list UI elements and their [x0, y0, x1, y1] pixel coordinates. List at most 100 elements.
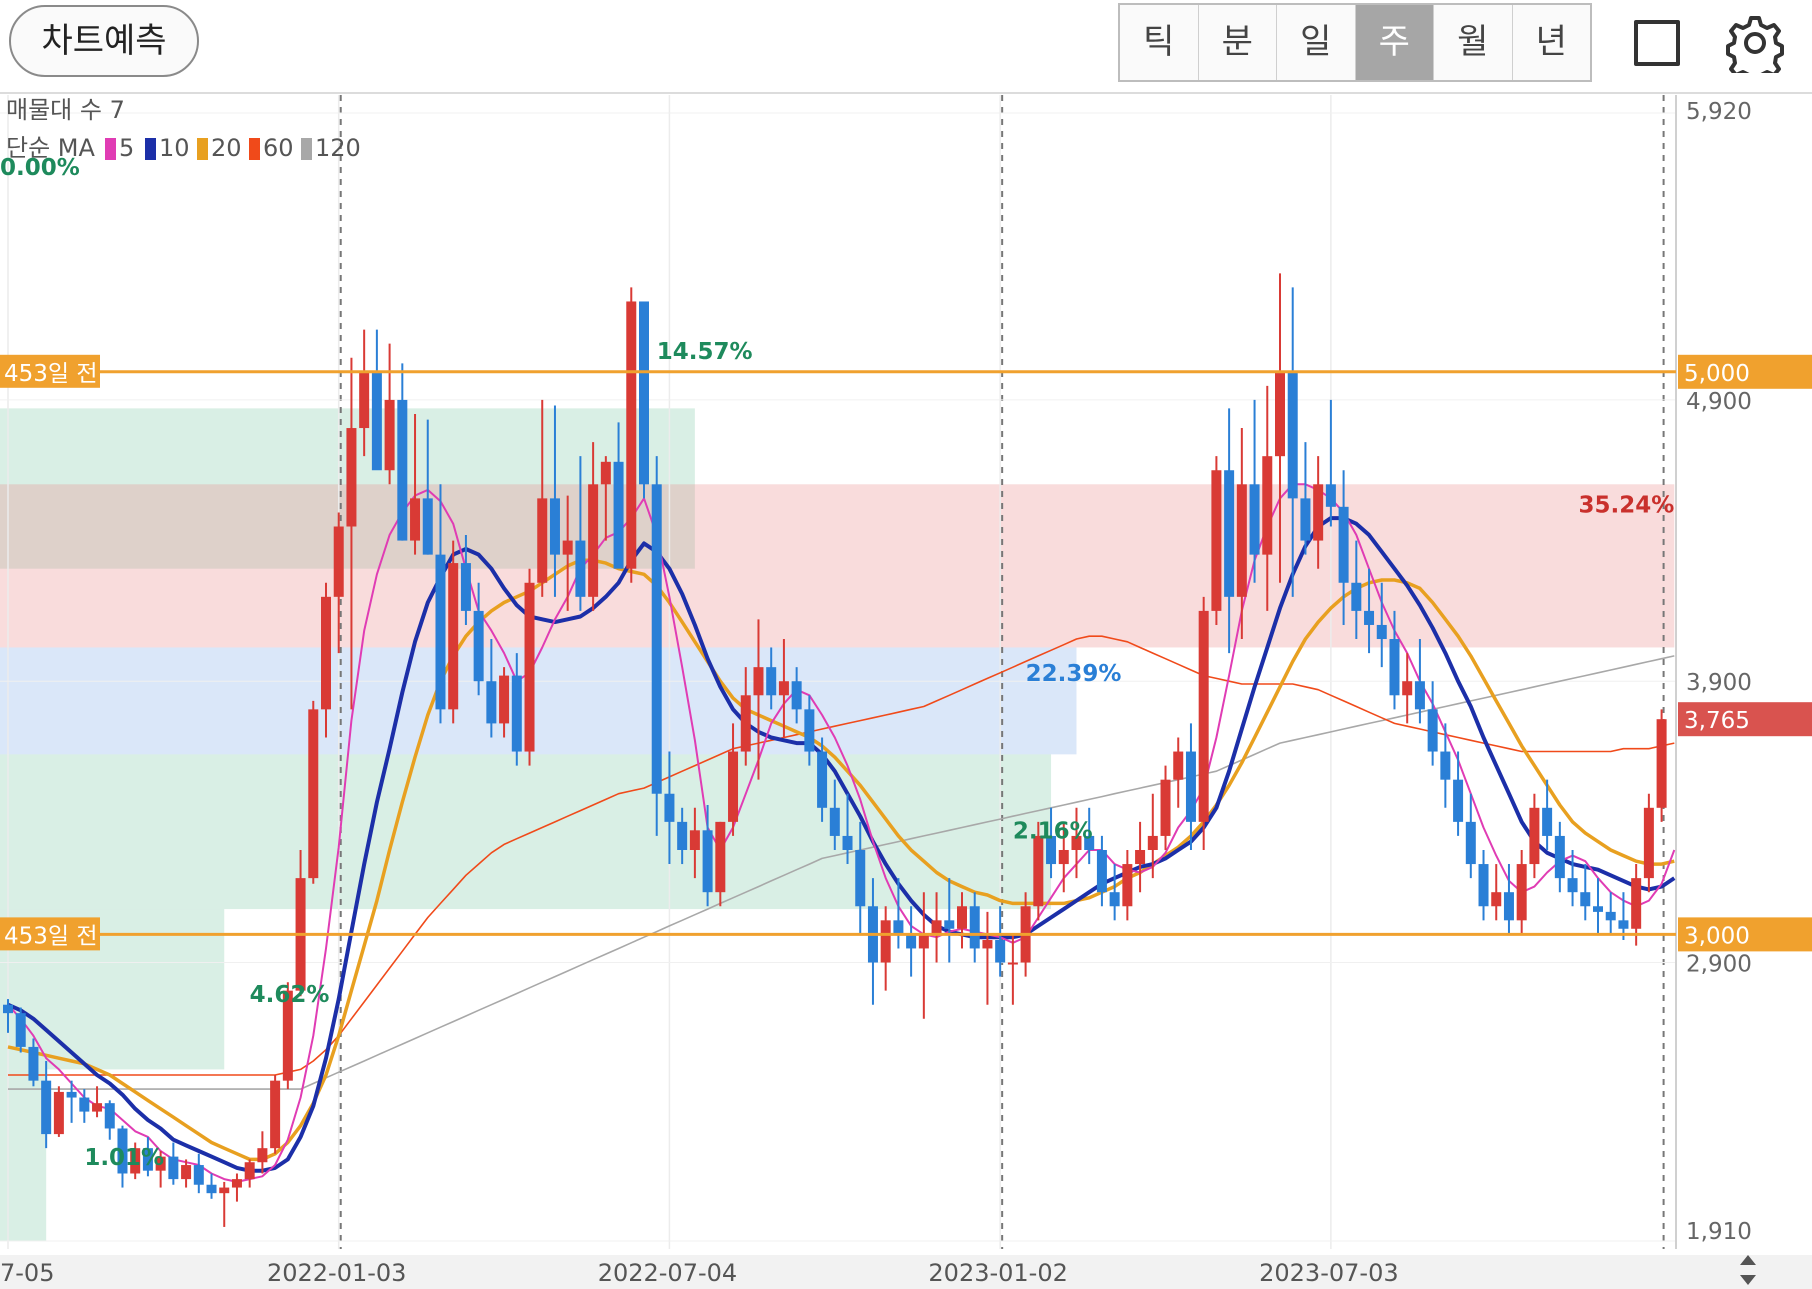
candle-body [1618, 920, 1629, 929]
candle-body [206, 1184, 217, 1194]
y-tick-label: 3,900 [1686, 670, 1752, 696]
candle-body [880, 920, 891, 963]
candle-body [664, 793, 675, 822]
candle-body [1631, 878, 1642, 929]
candle-body [524, 582, 535, 752]
candle-body [537, 498, 548, 583]
tab-minute[interactable]: 분 [1199, 5, 1277, 80]
price-level-axis-label: 5,000 [1684, 361, 1750, 387]
x-tick-label: 7-05 [0, 1259, 54, 1287]
candlestick-chart[interactable]: 453일 전 5,000 453일 전 3,000 3,765 5,920 4,900 3,… [0, 95, 1812, 1289]
candle-body [1414, 681, 1425, 710]
volume-zone [0, 647, 1077, 755]
ma-legend-swatch [197, 138, 208, 160]
candle-body [855, 849, 866, 907]
candle-body [244, 1162, 255, 1180]
candle-body [384, 399, 395, 471]
candle-body [1491, 892, 1502, 907]
tab-day[interactable]: 일 [1277, 5, 1356, 80]
candle-body [715, 821, 726, 893]
ma-legend-swatch [105, 138, 116, 160]
y-tick-label: 1,910 [1686, 1219, 1752, 1245]
ma-legend-label: 120 [315, 134, 361, 162]
price-level-tag-label: 453일 전 [4, 923, 98, 949]
candle-body [1198, 610, 1209, 822]
candle-body [575, 540, 586, 597]
candle-body [1185, 751, 1196, 822]
tab-tick[interactable]: 틱 [1120, 5, 1199, 80]
candle-body [1135, 849, 1146, 865]
x-tick-label: 2023-01-02 [928, 1259, 1067, 1287]
candle-body [3, 1004, 13, 1014]
candle-body [1351, 582, 1362, 611]
candle-body [1173, 751, 1184, 780]
candle-body [422, 498, 433, 555]
candle-body [308, 709, 319, 879]
candle-body [1033, 835, 1044, 907]
ma-legend-label: 20 [211, 134, 242, 162]
candle-body [53, 1091, 64, 1135]
candle-body [1300, 498, 1311, 541]
candle-body [1275, 371, 1285, 457]
volume-profile-label: 매물대 수 7 [6, 96, 125, 124]
candle-body [435, 554, 446, 710]
candle-body [1529, 807, 1540, 865]
candle-body [1058, 849, 1069, 865]
gear-icon[interactable] [1725, 13, 1785, 73]
candle-body [1516, 864, 1527, 921]
zone-percent-label: 14.57% [657, 339, 753, 365]
candle-body [689, 830, 700, 850]
chart-toolbar: 차트예측 틱 분 일 주 월 년 [0, 0, 1812, 94]
candle-body [918, 934, 929, 949]
chart-predict-button[interactable]: 차트예측 [9, 5, 199, 77]
fullscreen-icon[interactable] [1634, 20, 1680, 66]
candle-body [1249, 484, 1260, 555]
candle-body [1542, 807, 1553, 836]
candle-body [753, 667, 764, 696]
zone-percent-label: 22.39% [1026, 661, 1122, 687]
candle-body [957, 906, 967, 929]
candle-body [1643, 807, 1654, 879]
candle-body [1503, 892, 1514, 921]
tab-week[interactable]: 주 [1355, 5, 1434, 80]
candle-body [1287, 371, 1298, 499]
candle-body [1580, 892, 1591, 907]
volume-zone [0, 484, 1675, 648]
candle-body [1478, 864, 1489, 907]
tab-month[interactable]: 월 [1434, 5, 1513, 80]
candle-body [1440, 751, 1451, 780]
ma-type-label: 단순 MA [6, 134, 95, 162]
x-tick-label: 2022-01-03 [267, 1259, 406, 1287]
volume-zone [0, 1069, 47, 1241]
candle-body [842, 835, 853, 850]
candle-body [740, 695, 751, 752]
candle-body [1224, 470, 1235, 597]
candle-body [397, 399, 408, 541]
candle-body [257, 1148, 268, 1163]
candle-body [1313, 484, 1324, 541]
candle-body [15, 1013, 26, 1047]
candle-body [181, 1165, 192, 1180]
zone-percent-label: 4.62% [250, 982, 330, 1008]
zone-percent-label: 1.01% [84, 1145, 164, 1171]
price-level-axis-label: 3,000 [1684, 923, 1750, 949]
candle-body [931, 920, 942, 935]
candle-body [1122, 864, 1133, 907]
tab-year[interactable]: 년 [1513, 5, 1591, 80]
candle-body [1465, 821, 1476, 865]
candle-body [549, 498, 560, 555]
candle-body [41, 1080, 52, 1135]
candle-body [969, 906, 980, 949]
candle-body [219, 1187, 230, 1194]
y-tick-label: 2,900 [1686, 952, 1752, 978]
candle-body [1453, 779, 1464, 822]
x-tick-label: 2022-07-04 [598, 1259, 737, 1287]
candle-body [486, 681, 497, 724]
zone-percent-label: 2.16% [1013, 819, 1093, 845]
candle-body [321, 596, 331, 710]
candle-body [804, 709, 815, 752]
candle-body [333, 526, 344, 597]
candle-body [766, 667, 777, 696]
candle-body [817, 751, 828, 808]
ma-legend-label: 5 [119, 134, 134, 162]
